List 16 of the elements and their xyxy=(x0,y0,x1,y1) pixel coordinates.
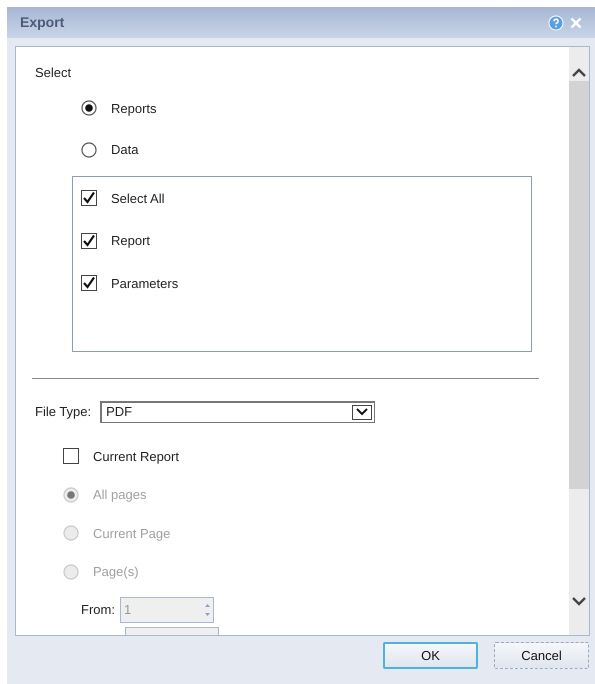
field-label: From: xyxy=(81,600,115,619)
checkbox-label: Parameters xyxy=(111,274,178,292)
window-title: Export xyxy=(20,13,64,32)
option-label: All pages xyxy=(93,486,146,504)
section-label: Select xyxy=(35,64,72,82)
checkbox-label: Report xyxy=(111,232,150,250)
checkbox-label: Current Report xyxy=(93,448,179,466)
field-label: File Type: xyxy=(35,402,92,421)
dialog-button[interactable]: Cancel xyxy=(494,642,589,669)
option-label: Reports xyxy=(111,100,157,118)
checkbox-label: Select All xyxy=(111,190,164,208)
option-label: Page(s) xyxy=(93,563,139,581)
file-type-dropdown[interactable]: PDF xyxy=(100,400,376,422)
option-label: Current Page xyxy=(93,524,170,543)
option-label: Data xyxy=(111,141,138,159)
dialog-button[interactable]: OK xyxy=(383,642,478,669)
